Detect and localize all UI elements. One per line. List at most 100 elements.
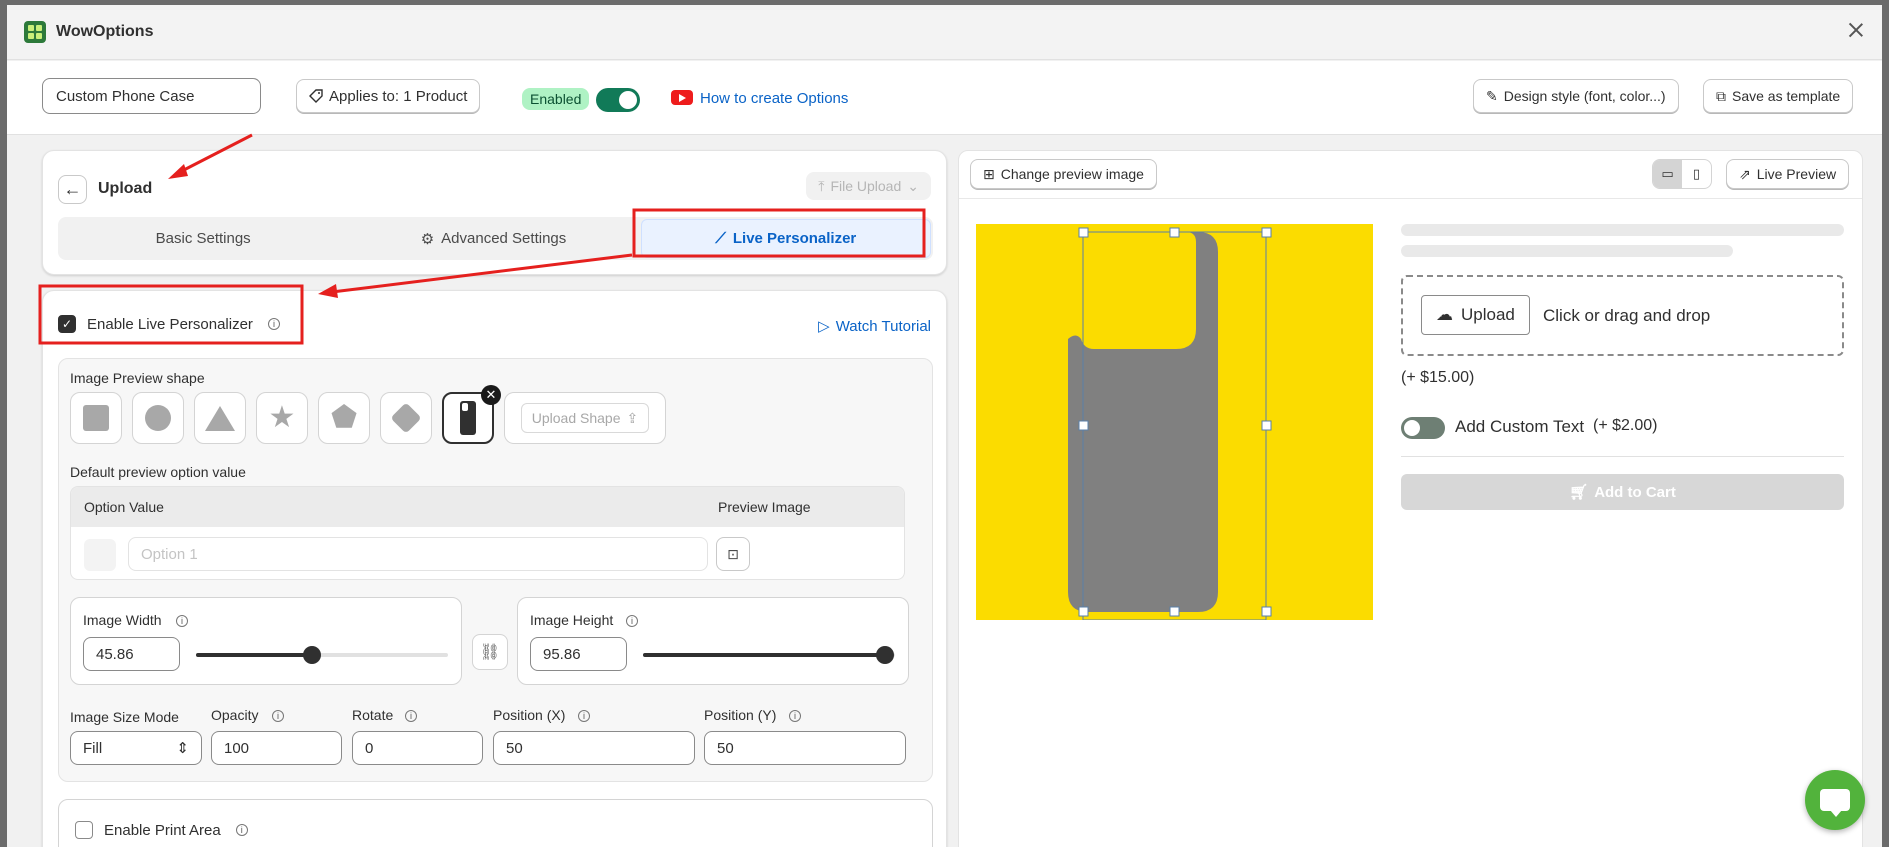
app-logo-icon	[24, 21, 46, 43]
shape-phone-case-button[interactable]: ✕	[442, 385, 501, 444]
product-preview-image[interactable]	[976, 224, 1373, 621]
resize-handle[interactable]	[1078, 227, 1089, 238]
brush-icon: ✎	[1486, 87, 1498, 104]
image-height-input[interactable]: 95.86	[530, 637, 627, 671]
desktop-icon[interactable]: ▭	[1653, 160, 1682, 188]
upload-shape-label: Upload Shape	[531, 410, 621, 426]
chat-button[interactable]	[1805, 770, 1865, 830]
diamond-icon	[390, 402, 422, 434]
enable-personalizer-row[interactable]: ✓ Enable Live Personalizer i	[58, 315, 280, 333]
divider	[1401, 456, 1844, 457]
app-window: WowOptions Applies to: 1 Product Enabled…	[7, 5, 1882, 847]
resize-handle[interactable]	[1169, 227, 1180, 238]
info-icon[interactable]: i	[272, 710, 284, 722]
info-icon[interactable]: i	[405, 710, 417, 722]
change-preview-label: Change preview image	[1000, 166, 1144, 182]
preview-settings-box: Image Preview shape ★ ⬟ ✕ Upload Shape ⇪	[58, 358, 933, 782]
image-width-slider[interactable]	[196, 646, 448, 664]
print-area-row[interactable]: Enable Print Area i	[75, 821, 248, 839]
position-x-label: Position (X)	[493, 707, 566, 723]
default-preview-label: Default preview option value	[70, 464, 246, 480]
option-value-field[interactable]: Option 1	[128, 537, 708, 571]
applies-to-button[interactable]: Applies to: 1 Product	[296, 79, 481, 113]
link-dimensions-button[interactable]: ⛓	[472, 634, 508, 670]
enabled-toggle[interactable]	[596, 88, 640, 112]
skeleton-line	[1401, 245, 1733, 257]
phone-case-icon	[460, 401, 476, 435]
position-y-label: Position (Y)	[704, 707, 777, 723]
size-mode-value: Fill	[83, 739, 103, 757]
image-swap-icon: ⊞	[983, 165, 995, 182]
image-width-input[interactable]: 45.86	[83, 637, 180, 671]
upload-shape-inner: Upload Shape ⇪	[520, 403, 650, 433]
position-x-input[interactable]: 50	[493, 731, 695, 765]
resize-handle[interactable]	[1261, 420, 1272, 431]
slider-fill	[196, 653, 312, 657]
tab-live-personalizer[interactable]: ⟋ Live Personalizer	[640, 219, 931, 258]
col-preview-image: Preview Image	[718, 499, 811, 515]
how-to-link[interactable]: How to create Options	[700, 90, 848, 107]
resize-handle[interactable]	[1078, 606, 1089, 617]
image-height-label: Image Height	[530, 612, 614, 628]
preview-option-table: Option Value Preview Image Option 1 ⊡	[70, 486, 905, 580]
info-icon[interactable]: i	[267, 318, 280, 330]
slider-thumb[interactable]	[875, 646, 894, 664]
rotate-input[interactable]: 0	[352, 731, 483, 765]
size-mode-select[interactable]: Fill ⇕	[70, 731, 202, 765]
close-icon[interactable]	[1846, 21, 1866, 41]
copy-icon: ⧉	[1716, 87, 1726, 104]
pentagon-icon: ⬟	[330, 401, 358, 434]
rotate-label: Rotate	[352, 707, 394, 723]
remove-shape-icon[interactable]: ✕	[481, 385, 501, 405]
upload-dropzone[interactable]: ☁ Upload Click or drag and drop	[1401, 275, 1844, 356]
dropzone-upload-button[interactable]: ☁ Upload	[1421, 295, 1530, 335]
table-header: Option Value Preview Image	[71, 487, 904, 527]
position-y-input[interactable]: 50	[704, 731, 906, 765]
info-icon[interactable]: i	[626, 615, 638, 627]
info-icon[interactable]: i	[789, 710, 801, 722]
live-preview-button[interactable]: ⇗ Live Preview	[1726, 159, 1850, 189]
youtube-icon	[671, 90, 693, 105]
option-type-dropdown[interactable]: ⤒ File Upload ⌄	[806, 172, 931, 200]
info-icon[interactable]: i	[176, 615, 188, 627]
print-area-label: Enable Print Area	[104, 821, 221, 839]
mobile-icon[interactable]: ▯	[1682, 160, 1711, 188]
change-preview-image-button[interactable]: ⊞ Change preview image	[970, 159, 1157, 189]
upload-shape-button[interactable]: Upload Shape ⇪	[504, 392, 666, 444]
back-button[interactable]: ←	[58, 175, 87, 204]
design-style-button[interactable]: ✎ Design style (font, color...)	[1473, 79, 1679, 113]
option-name-input[interactable]	[42, 78, 261, 114]
circle-icon	[145, 405, 171, 431]
slider-fill	[643, 653, 885, 657]
shape-triangle-button[interactable]	[194, 392, 246, 444]
shape-square-button[interactable]	[70, 392, 122, 444]
shape-pentagon-button[interactable]: ⬟	[318, 392, 370, 444]
save-template-button[interactable]: ⧉ Save as template	[1703, 79, 1854, 113]
add-preview-image-button[interactable]: ⊡	[716, 537, 750, 571]
info-icon[interactable]: i	[235, 824, 248, 836]
resize-handle[interactable]	[1169, 606, 1180, 617]
shape-diamond-button[interactable]	[380, 392, 432, 444]
info-icon[interactable]: i	[578, 710, 590, 722]
resize-handle[interactable]	[1078, 420, 1089, 431]
custom-text-price: (+ $2.00)	[1593, 417, 1658, 434]
enable-personalizer-checkbox[interactable]: ✓	[58, 315, 76, 333]
resize-handle[interactable]	[1261, 606, 1272, 617]
opacity-input[interactable]: 100	[211, 731, 342, 765]
shape-star-button[interactable]: ★	[256, 392, 308, 444]
wand-icon: ⟋	[715, 230, 726, 247]
shape-circle-button[interactable]	[132, 392, 184, 444]
chat-icon	[1820, 789, 1850, 817]
image-height-slider[interactable]	[643, 646, 895, 664]
watch-tutorial-link[interactable]: ▷ Watch Tutorial	[818, 317, 931, 336]
add-to-cart-button[interactable]: 🛒︎ Add to Cart	[1401, 474, 1844, 510]
tab-basic-settings[interactable]: Basic Settings	[58, 217, 348, 260]
print-area-checkbox[interactable]	[75, 821, 93, 839]
tab-advanced-settings[interactable]: ⚙ Advanced Settings	[348, 217, 638, 260]
custom-text-toggle[interactable]	[1401, 417, 1445, 439]
dropzone-text: Click or drag and drop	[1543, 306, 1711, 325]
settings-tabs: Basic Settings ⚙ Advanced Settings ⟋ Live …	[58, 217, 933, 260]
triangle-icon	[205, 405, 235, 431]
slider-thumb[interactable]	[302, 646, 321, 664]
resize-handle[interactable]	[1261, 227, 1272, 238]
